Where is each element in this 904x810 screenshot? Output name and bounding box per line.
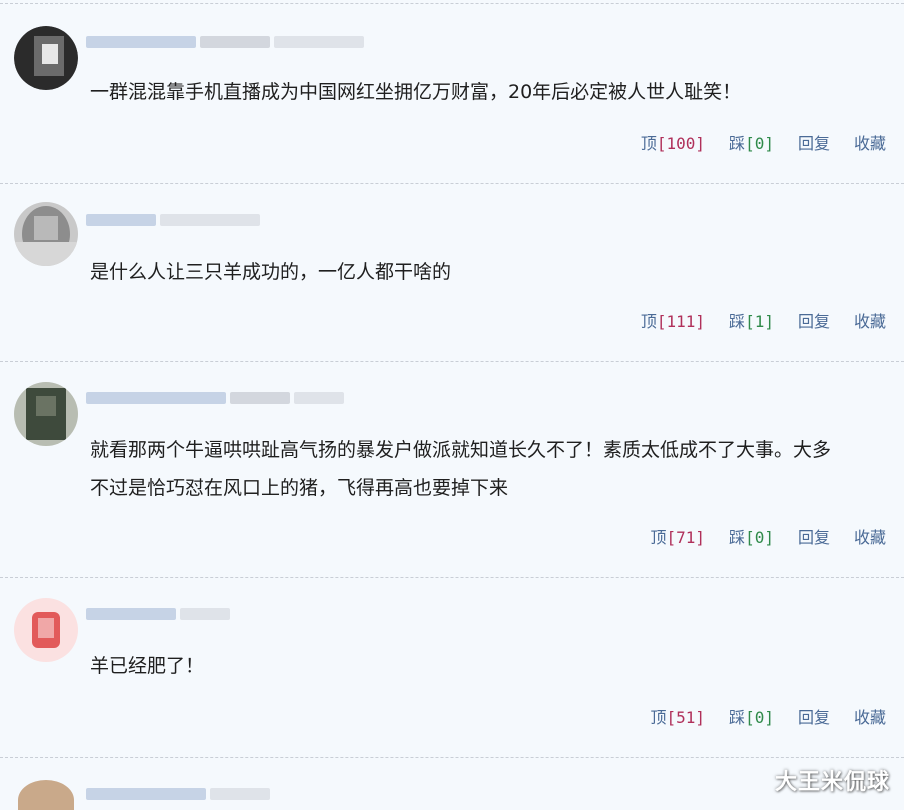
- user-avatar[interactable]: [14, 382, 78, 446]
- favorite-button[interactable]: 收藏: [854, 308, 886, 332]
- comment-actions: 顶[100] 踩[0] 回复 收藏: [641, 130, 886, 154]
- upvote-button[interactable]: 顶[111]: [641, 308, 705, 332]
- comment-actions: 顶[71] 踩[0] 回复 收藏: [651, 524, 887, 548]
- upvote-count: [100]: [656, 134, 706, 153]
- username-blurred[interactable]: [86, 390, 376, 406]
- username-blurred[interactable]: [86, 212, 376, 228]
- downvote-count: [0]: [745, 134, 774, 153]
- downvote-button[interactable]: 踩[1]: [729, 308, 774, 332]
- favorite-button[interactable]: 收藏: [854, 524, 886, 548]
- user-avatar[interactable]: [14, 26, 78, 90]
- favorite-button[interactable]: 收藏: [854, 704, 886, 728]
- upvote-count: [111]: [656, 312, 706, 331]
- comment-item: 一群混混靠手机直播成为中国网红坐拥亿万财富，20年后必定被人世人耻笑！ 顶[10…: [0, 4, 904, 184]
- user-avatar-partial[interactable]: [14, 774, 78, 810]
- watermark-text: 大王米侃球: [774, 770, 890, 795]
- reply-button[interactable]: 回复: [798, 130, 830, 154]
- username-blurred-partial[interactable]: [86, 786, 376, 802]
- upvote-button[interactable]: 顶[71]: [651, 524, 706, 548]
- comment-item: 是什么人让三只羊成功的，一亿人都干啥的 顶[111] 踩[1] 回复 收藏: [0, 184, 904, 362]
- upvote-count: [51]: [666, 708, 706, 727]
- downvote-button[interactable]: 踩[0]: [729, 130, 774, 154]
- upvote-count: [71]: [666, 528, 706, 547]
- comment-text: 羊已经肥了！: [90, 655, 205, 677]
- user-avatar[interactable]: [14, 598, 78, 662]
- comment-actions: 顶[51] 踩[0] 回复 收藏: [651, 704, 887, 728]
- upvote-button[interactable]: 顶[100]: [641, 130, 705, 154]
- comment-text: 一群混混靠手机直播成为中国网红坐拥亿万财富，20年后必定被人世人耻笑！: [90, 81, 742, 103]
- user-avatar[interactable]: [14, 202, 78, 266]
- downvote-button[interactable]: 踩[0]: [729, 524, 774, 548]
- reply-button[interactable]: 回复: [798, 704, 830, 728]
- downvote-button[interactable]: 踩[0]: [729, 704, 774, 728]
- username-blurred[interactable]: [86, 606, 376, 622]
- upvote-button[interactable]: 顶[51]: [651, 704, 706, 728]
- comment-item: 就看那两个牛逼哄哄趾高气扬的暴发户做派就知道长久不了！素质太低成不了大事。大多 …: [0, 362, 904, 578]
- comment-text: 是什么人让三只羊成功的，一亿人都干啥的: [90, 261, 452, 283]
- reply-button[interactable]: 回复: [798, 308, 830, 332]
- reply-button[interactable]: 回复: [798, 524, 830, 548]
- downvote-count: [1]: [745, 312, 774, 331]
- downvote-count: [0]: [745, 708, 774, 727]
- downvote-count: [0]: [745, 528, 774, 547]
- comment-actions: 顶[111] 踩[1] 回复 收藏: [641, 308, 886, 332]
- comment-text-line-2: 不过是恰巧怼在风口上的猪，飞得再高也要掉下来: [90, 477, 509, 499]
- comment-text: 就看那两个牛逼哄哄趾高气扬的暴发户做派就知道长久不了！素质太低成不了大事。大多: [90, 439, 832, 461]
- comment-item: 羊已经肥了！ 顶[51] 踩[0] 回复 收藏: [0, 578, 904, 758]
- favorite-button[interactable]: 收藏: [854, 130, 886, 154]
- username-blurred[interactable]: [86, 34, 376, 50]
